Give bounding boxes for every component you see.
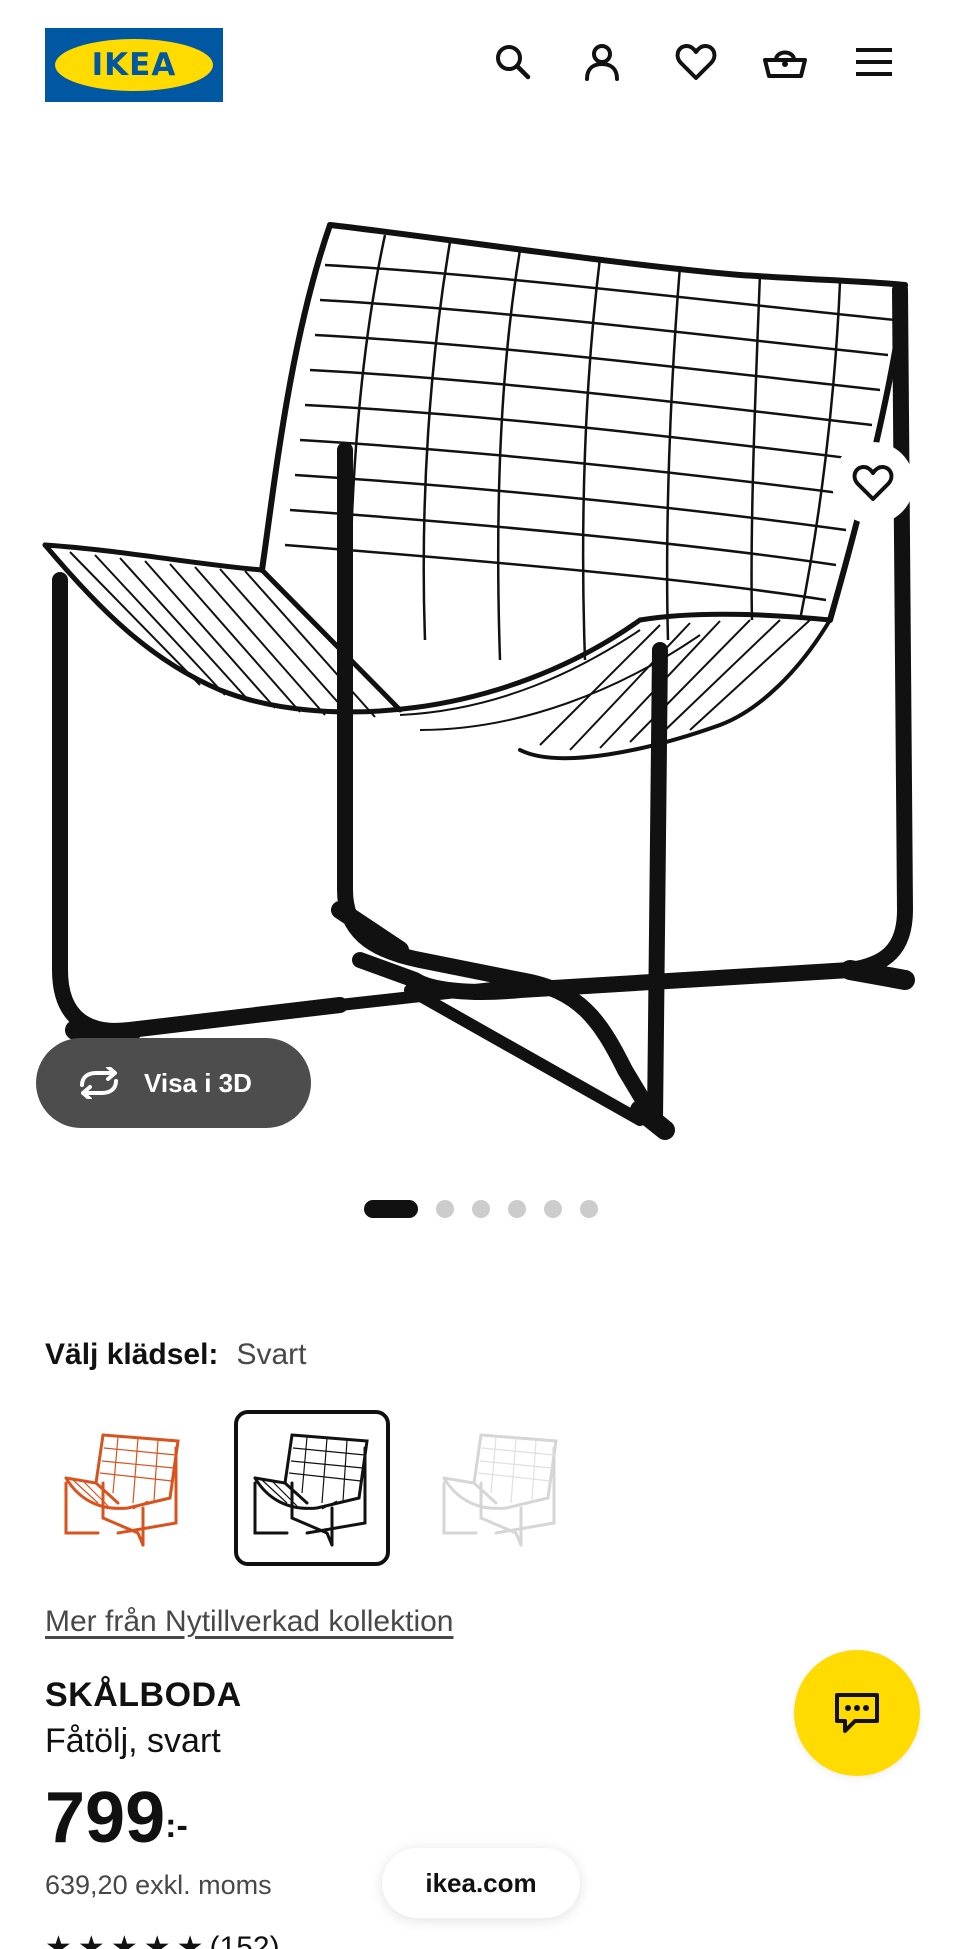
account-icon[interactable]	[580, 40, 624, 84]
product-image	[42, 222, 915, 1140]
cover-swatches	[45, 1410, 579, 1566]
heart-icon[interactable]	[674, 40, 718, 84]
chat-button[interactable]	[794, 1650, 920, 1776]
swatch-black[interactable]	[234, 1410, 390, 1566]
chair-thumbnail-black	[253, 1433, 369, 1547]
price-amount: 799	[45, 1778, 166, 1858]
ikea-logo[interactable]: IKEA	[45, 28, 223, 102]
collection-link[interactable]: Mer från Nytillverkad kollektion	[45, 1605, 453, 1639]
carousel-dot[interactable]	[544, 1200, 562, 1218]
star-icon: ★	[143, 1931, 171, 1949]
star-icon: ★	[110, 1931, 138, 1949]
favorite-button[interactable]	[832, 442, 914, 524]
swatch-white[interactable]	[423, 1410, 579, 1566]
product-description: Fåtölj, svart	[45, 1722, 221, 1760]
carousel-dot[interactable]	[436, 1200, 454, 1218]
cover-selector-header: Välj klädsel: Svart	[45, 1338, 306, 1372]
logo-text: IKEA	[91, 47, 177, 83]
swatch-orange[interactable]	[45, 1410, 201, 1566]
chair-thumbnail-orange	[64, 1433, 180, 1547]
basket-icon[interactable]	[763, 40, 807, 84]
chair-thumbnail-white	[442, 1433, 558, 1547]
logo-oval: IKEA	[55, 39, 213, 91]
star-icon: ★	[45, 1931, 72, 1949]
carousel-dot[interactable]	[580, 1200, 598, 1218]
rotate-3d-icon	[80, 1067, 118, 1099]
star-icon: ★	[77, 1931, 105, 1949]
menu-icon[interactable]	[852, 40, 896, 84]
search-icon[interactable]	[491, 40, 535, 84]
site-header: IKEA	[0, 0, 960, 125]
product-price: 799 :-	[45, 1778, 188, 1858]
product-name: SKÅLBODA	[45, 1676, 242, 1714]
star-icon: ★	[176, 1931, 204, 1949]
view-in-3d-button[interactable]: Visa i 3D	[36, 1038, 311, 1128]
carousel-pagination	[364, 1200, 616, 1218]
product-rating[interactable]: ★ ★ ★ ★ ★ (152)	[45, 1930, 280, 1949]
rating-count: (152)	[209, 1930, 280, 1949]
cover-selected-value: Svart	[236, 1338, 307, 1371]
product-image-gallery[interactable]	[0, 190, 960, 1175]
browser-domain-pill[interactable]: ikea.com	[382, 1848, 580, 1918]
chat-icon	[835, 1693, 879, 1733]
heart-icon	[852, 464, 894, 501]
carousel-dot[interactable]	[508, 1200, 526, 1218]
carousel-dot[interactable]	[364, 1200, 418, 1218]
carousel-dot[interactable]	[472, 1200, 490, 1218]
price-suffix: :-	[165, 1807, 188, 1845]
cover-label: Välj klädsel:	[45, 1338, 219, 1371]
price-ex-vat: 639,20 exkl. moms	[45, 1870, 272, 1900]
view-in-3d-label: Visa i 3D	[144, 1067, 252, 1098]
